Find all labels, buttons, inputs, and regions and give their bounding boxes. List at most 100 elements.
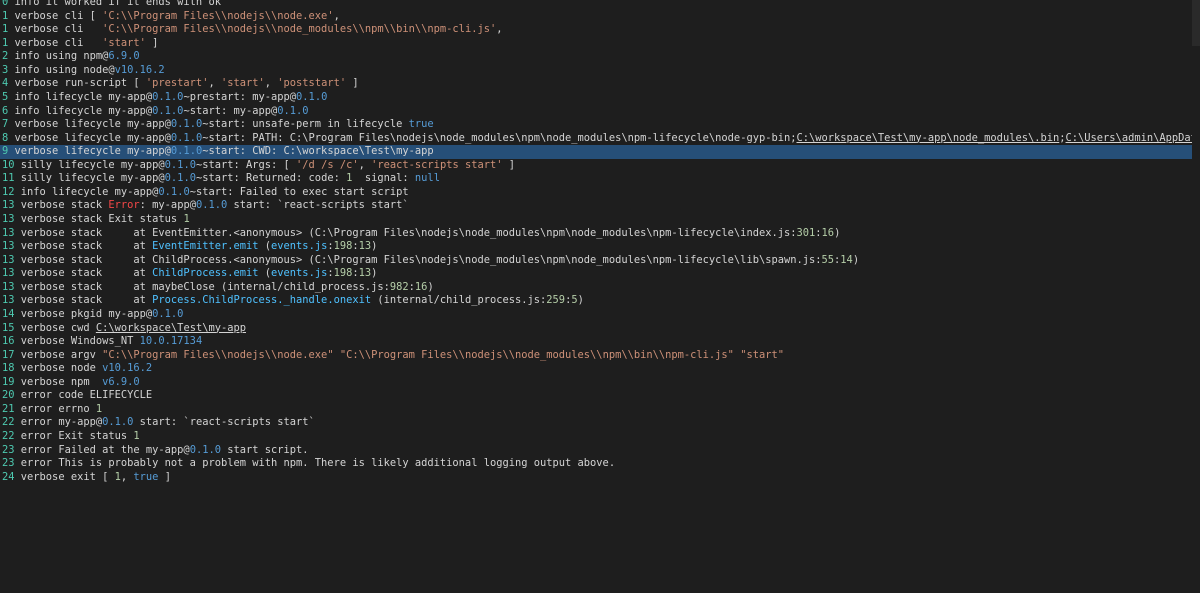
line-number: 2 xyxy=(2,50,15,63)
log-line[interactable]: 24 verbose exit [ 1, true ] xyxy=(0,471,1200,485)
log-line[interactable]: 11 silly lifecycle my-app@0.1.0~start: R… xyxy=(0,172,1200,186)
log-line[interactable]: 17 verbose argv "C:\\Program Files\\node… xyxy=(0,349,1200,363)
path-link[interactable]: C:\workspace\Test\my-app\node_modules\.b… xyxy=(797,132,1060,144)
log-line[interactable]: 13 verbose stack Exit status 1 xyxy=(0,213,1200,227)
log-text: ( xyxy=(258,240,272,253)
number-token: 982 xyxy=(389,280,409,293)
string-token: 'start' xyxy=(102,36,146,49)
log-text: ) xyxy=(834,226,841,239)
log-line[interactable]: 13 verbose stack at Process.ChildProcess… xyxy=(0,294,1200,308)
log-line[interactable]: 19 verbose npm v6.9.0 xyxy=(0,376,1200,390)
version-token: 0.1.0 xyxy=(296,90,328,103)
line-number: 1 xyxy=(2,23,15,36)
line-number: 3 xyxy=(2,63,15,76)
log-text: ~start: Returned: code: xyxy=(195,172,347,185)
log-line[interactable]: 1 verbose cli [ 'C:\\Program Files\\node… xyxy=(0,10,1200,24)
log-line[interactable]: 2 info using npm@6.9.0 xyxy=(0,50,1200,64)
path-link[interactable]: C:\Users\admin\AppData\Roaming\Python\Py… xyxy=(1066,132,1200,144)
log-text: verbose node xyxy=(20,362,103,375)
line-number: 13 xyxy=(2,280,21,293)
line-number: 0 xyxy=(2,0,15,8)
log-text: , xyxy=(496,23,503,36)
log-line[interactable]: 1 verbose cli 'start' ] xyxy=(0,37,1200,51)
log-text: signal: xyxy=(352,172,415,185)
log-line[interactable]: 5 info lifecycle my-app@0.1.0~prestart: … xyxy=(0,91,1200,105)
version-token: 10.0.17134 xyxy=(139,335,203,348)
log-line[interactable]: 0 info it worked if it ends with ok xyxy=(0,0,1200,10)
line-number: 20 xyxy=(2,389,21,402)
version-token: 0.1.0 xyxy=(277,104,309,117)
number-token: 198 xyxy=(333,267,353,280)
line-number: 15 xyxy=(2,321,21,334)
log-line[interactable]: 6 info lifecycle my-app@0.1.0~start: my-… xyxy=(0,105,1200,119)
scrollbar-thumb[interactable] xyxy=(1192,0,1200,46)
log-line[interactable]: 23 error This is probably not a problem … xyxy=(0,457,1200,471)
log-text: silly lifecycle my-app@ xyxy=(20,158,165,171)
log-text: ) xyxy=(852,253,860,266)
function-token: ChildProcess.emit xyxy=(152,267,259,280)
log-text: , xyxy=(358,158,372,171)
log-line[interactable]: 8 verbose lifecycle my-app@0.1.0~start: … xyxy=(0,132,1200,146)
path-link[interactable]: C:\workspace\Test\my-app xyxy=(96,322,246,334)
log-text: (internal/child_process.js: xyxy=(371,294,547,307)
log-line-selected[interactable]: 9 verbose lifecycle my-app@0.1.0~start: … xyxy=(0,145,1200,159)
log-editor[interactable]: 0 info it worked if it ends with ok 1 ver… xyxy=(0,0,1200,484)
log-text: error Exit status xyxy=(20,430,134,442)
string-token: 'C:\\Program Files\\nodejs\\node_modules… xyxy=(102,23,497,36)
version-token: 0.1.0 xyxy=(170,145,203,158)
log-text: , xyxy=(264,77,278,90)
log-text: : my-app@ xyxy=(139,199,196,212)
log-text: ~start: my-app@ xyxy=(183,104,278,117)
log-line[interactable]: 15 verbose cwd C:\workspace\Test\my-app xyxy=(0,322,1200,336)
log-text: start script. xyxy=(220,443,309,456)
number-token: 14 xyxy=(840,253,853,266)
log-text: ] xyxy=(158,470,171,483)
log-text: verbose stack at xyxy=(20,267,153,280)
log-text: ~start: PATH: C:\Program Files\nodejs\no… xyxy=(202,131,797,144)
log-text: verbose argv xyxy=(20,348,103,361)
log-line[interactable]: 13 verbose stack at ChildProcess.emit (e… xyxy=(0,267,1200,281)
string-token: "C:\\Program Files\\nodejs\\node.exe" "C… xyxy=(102,348,784,361)
log-text: info using node@ xyxy=(14,63,115,76)
log-line[interactable]: 18 verbose node v10.16.2 xyxy=(0,362,1200,376)
version-token: 0.1.0 xyxy=(170,131,203,144)
log-line[interactable]: 7 verbose lifecycle my-app@0.1.0~start: … xyxy=(0,118,1200,132)
log-line[interactable]: 22 error my-app@0.1.0 start: `react-scri… xyxy=(0,416,1200,430)
log-line[interactable]: 16 verbose Windows_NT 10.0.17134 xyxy=(0,335,1200,349)
log-line[interactable]: 20 error code ELIFECYCLE xyxy=(0,389,1200,403)
log-text: , xyxy=(208,77,221,90)
log-text: verbose stack at EventEmitter.<anonymous… xyxy=(20,226,797,239)
number-token: 301 xyxy=(796,226,816,239)
log-text: verbose pkgid my-app@ xyxy=(20,307,153,320)
log-line[interactable]: 3 info using node@v10.16.2 xyxy=(0,64,1200,78)
log-text: ~start: CWD: C:\workspace\Test\my-app xyxy=(202,145,434,158)
log-line[interactable]: 23 error Failed at the my-app@0.1.0 star… xyxy=(0,444,1200,458)
log-line[interactable]: 12 info lifecycle my-app@0.1.0~start: Fa… xyxy=(0,186,1200,200)
log-line[interactable]: 13 verbose stack at EventEmitter.<anonym… xyxy=(0,227,1200,241)
log-text: verbose cli xyxy=(14,36,103,49)
log-line[interactable]: 13 verbose stack at ChildProcess.<anonym… xyxy=(0,254,1200,268)
log-text: verbose cli [ xyxy=(14,9,103,22)
vertical-scrollbar[interactable] xyxy=(1192,0,1200,593)
log-line[interactable]: 13 verbose stack at EventEmitter.emit (e… xyxy=(0,240,1200,254)
log-line[interactable]: 13 verbose stack Error: my-app@0.1.0 sta… xyxy=(0,199,1200,213)
log-text: verbose stack at ChildProcess.<anonymous… xyxy=(20,253,822,266)
log-text: ] xyxy=(346,77,359,90)
version-token: 0.1.0 xyxy=(152,90,184,103)
log-text: ) xyxy=(577,294,584,307)
version-token: v10.16.2 xyxy=(102,362,153,375)
log-text: ) xyxy=(371,267,378,280)
log-line[interactable]: 1 verbose cli 'C:\\Program Files\\nodejs… xyxy=(0,23,1200,37)
version-token: 0.1.0 xyxy=(195,199,228,212)
log-line[interactable]: 14 verbose pkgid my-app@0.1.0 xyxy=(0,308,1200,322)
line-number: 5 xyxy=(2,90,15,103)
version-token: 0.1.0 xyxy=(164,172,196,185)
log-line[interactable]: 10 silly lifecycle my-app@0.1.0~start: A… xyxy=(0,159,1200,173)
log-line[interactable]: 4 verbose run-script [ 'prestart', 'star… xyxy=(0,77,1200,91)
line-number: 7 xyxy=(2,118,15,131)
log-line[interactable]: 13 verbose stack at maybeClose (internal… xyxy=(0,281,1200,295)
log-text: error This is probably not a problem wit… xyxy=(20,457,616,470)
line-number: 14 xyxy=(2,307,21,320)
log-line[interactable]: 21 error errno 1 xyxy=(0,403,1200,417)
log-line[interactable]: 22 error Exit status 1 xyxy=(0,430,1200,444)
